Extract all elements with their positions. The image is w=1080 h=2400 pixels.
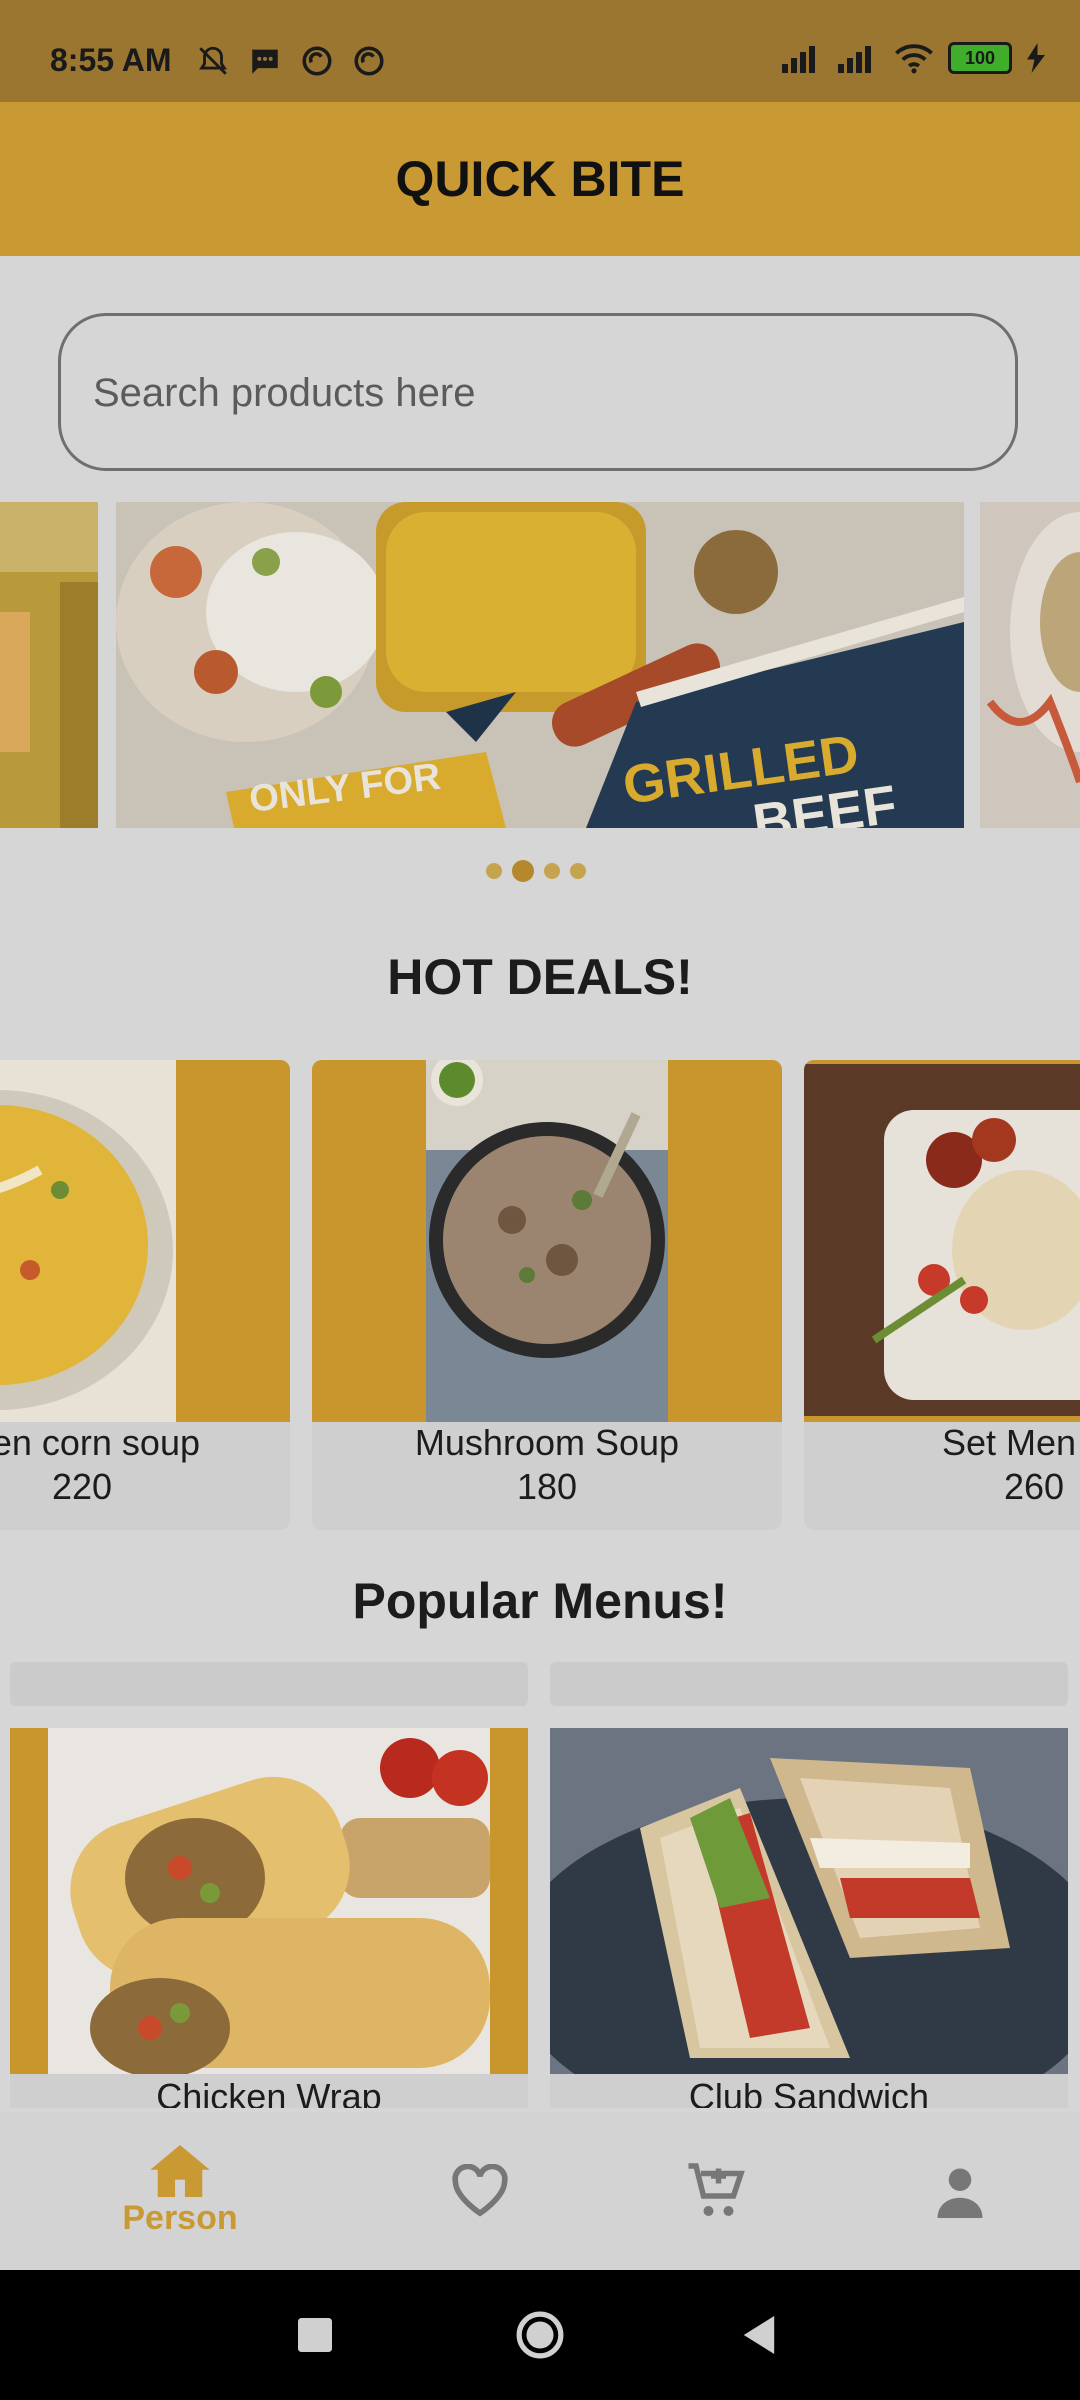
bottom-navigation: Person [0,2112,1080,2270]
battery-indicator: 100 [948,42,1012,74]
popular-image [10,1728,528,2074]
cart-add-icon [688,2163,745,2216]
notification-icons [196,44,386,78]
popular-card-header [550,1662,1068,1706]
popular-card-header [10,1662,528,1706]
deal-image [312,1060,782,1422]
wifi-icon [895,44,933,74]
carousel-indicator [486,860,586,882]
slide-image [0,502,98,828]
heart-icon [452,2164,508,2217]
recents-icon[interactable] [298,2318,332,2352]
system-navigation-bar [0,2270,1080,2400]
charging-icon [1027,43,1045,73]
search-box[interactable] [58,313,1018,471]
system-icons: 100 [782,42,1046,74]
message-icon [252,49,278,74]
carousel-slide-next[interactable] [980,502,1080,828]
slide-image [980,502,1080,828]
deal-price: 220 [52,1466,113,1507]
back-icon[interactable] [740,2316,778,2354]
deal-card[interactable]: en corn soup 220 [0,1060,290,1530]
home-button-icon[interactable] [515,2310,565,2360]
deal-card[interactable]: Mushroom Soup 180 [312,1060,782,1530]
popular-name: Chicken Wrap [156,2076,382,2108]
nav-item-home[interactable]: Person [100,2112,260,2270]
deal-price: 180 [516,1466,578,1507]
deal-card[interactable]: Set Men 260 [804,1060,1080,1530]
person-icon [937,2168,983,2218]
popular-image [550,1728,1068,2074]
search-input[interactable] [91,316,975,470]
hot-deals-title: HOT DEALS! [387,949,693,1005]
deal-image [0,1060,290,1422]
carousel-slide-prev[interactable] [0,502,98,828]
carousel-dot[interactable] [486,863,502,879]
popular-card[interactable]: Chicken Wrap [10,1728,528,2108]
promo-carousel[interactable]: GRILLED BEEF ONLY FOR [0,502,1080,828]
home-icon [150,2144,210,2197]
popular-menus-title: Popular Menus! [352,1573,728,1629]
carousel-dot[interactable] [570,863,586,879]
deal-name: Mushroom Soup [414,1422,680,1463]
app-title: QUICK BITE [395,151,685,207]
app-bar: QUICK BITE [0,102,1080,256]
deal-name: Set Men [942,1422,1077,1463]
slide-image: GRILLED BEEF ONLY FOR [116,502,964,828]
popular-name: Club Sandwich [688,2076,930,2108]
hot-deals-list[interactable]: en corn soup 220 Mushroom Soup 180 Set M… [0,1060,1080,1530]
app-notification-icon [354,46,384,76]
deal-image [804,1060,1080,1422]
nav-label: Person [122,2198,238,2237]
nav-item-cart[interactable] [636,2112,796,2270]
status-time: 8:55 AM [50,42,172,78]
signal-icon [838,46,871,73]
bell-off-icon [199,46,227,75]
carousel-dot[interactable] [544,863,560,879]
popular-card[interactable]: Club Sandwich [550,1728,1068,2108]
deal-name: en corn soup [0,1422,200,1463]
app-notification-icon [302,46,332,76]
status-bar: 8:55 AM 100 [0,0,1080,102]
nav-item-favorites[interactable] [400,2112,560,2270]
carousel-slide-current[interactable]: GRILLED BEEF ONLY FOR [116,502,964,828]
deal-price: 260 [1004,1466,1065,1507]
nav-item-profile[interactable] [880,2112,1040,2270]
signal-icon [782,46,815,73]
carousel-dot-active[interactable] [512,860,534,882]
